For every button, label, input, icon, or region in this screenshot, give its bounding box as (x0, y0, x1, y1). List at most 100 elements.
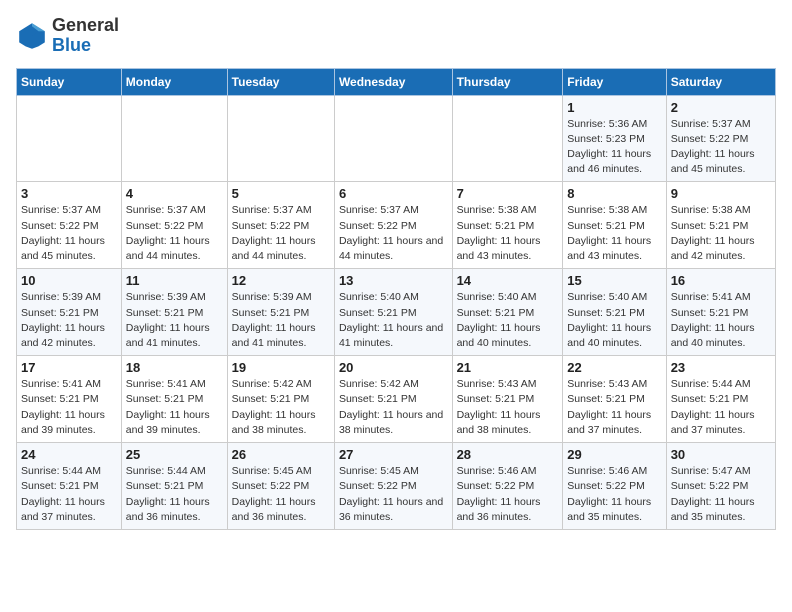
day-number: 24 (21, 447, 117, 462)
calendar-cell: 25Sunrise: 5:44 AM Sunset: 5:21 PM Dayli… (121, 443, 227, 530)
calendar-cell: 15 Sunrise: 5:40 AM Sunset: 5:21 PM Dayli… (563, 269, 666, 356)
day-number: 3 (21, 186, 117, 201)
calendar-cell: 27 Sunrise: 5:45 AM Sunset: 5:22 PM Dayli… (334, 443, 452, 530)
day-number: 16 (671, 273, 771, 288)
day-number: 10 (21, 273, 117, 288)
day-header-tuesday: Tuesday (227, 68, 334, 95)
header: General Blue (16, 16, 776, 56)
calendar-cell: 6 Sunrise: 5:37 AM Sunset: 5:22 PM Daylig… (334, 182, 452, 269)
calendar-table: SundayMondayTuesdayWednesdayThursdayFrid… (16, 68, 776, 530)
day-info: Sunrise: 5:46 AM Sunset: 5:22 PM Dayligh… (457, 464, 559, 525)
calendar-cell: 26Sunrise: 5:45 AM Sunset: 5:22 PM Dayli… (227, 443, 334, 530)
calendar-cell: 12 Sunrise: 5:39 AM Sunset: 5:21 PM Dayli… (227, 269, 334, 356)
day-number: 20 (339, 360, 448, 375)
calendar-cell (227, 95, 334, 182)
calendar-cell: 1Sunrise: 5:36 AM Sunset: 5:23 PM Daylig… (563, 95, 666, 182)
calendar-cell: 18 Sunrise: 5:41 AM Sunset: 5:21 PM Dayli… (121, 356, 227, 443)
day-info: Sunrise: 5:44 AM Sunset: 5:21 PM Dayligh… (671, 377, 771, 438)
logo-text: General Blue (52, 16, 119, 56)
calendar-cell (121, 95, 227, 182)
day-header-saturday: Saturday (666, 68, 775, 95)
day-info: Sunrise: 5:43 AM Sunset: 5:21 PM Dayligh… (567, 377, 661, 438)
day-info: Sunrise: 5:37 AM Sunset: 5:22 PM Dayligh… (232, 203, 330, 264)
day-number: 22 (567, 360, 661, 375)
calendar-cell: 23 Sunrise: 5:44 AM Sunset: 5:21 PM Dayli… (666, 356, 775, 443)
day-number: 14 (457, 273, 559, 288)
day-number: 13 (339, 273, 448, 288)
calendar-cell: 16 Sunrise: 5:41 AM Sunset: 5:21 PM Dayli… (666, 269, 775, 356)
day-number: 27 (339, 447, 448, 462)
day-info: Sunrise: 5:41 AM Sunset: 5:21 PM Dayligh… (671, 290, 771, 351)
day-info: Sunrise: 5:42 AM Sunset: 5:21 PM Dayligh… (232, 377, 330, 438)
calendar-cell: 21 Sunrise: 5:43 AM Sunset: 5:21 PM Dayli… (452, 356, 563, 443)
day-number: 2 (671, 100, 771, 115)
day-info: Sunrise: 5:37 AM Sunset: 5:22 PM Dayligh… (126, 203, 223, 264)
calendar-header-row: SundayMondayTuesdayWednesdayThursdayFrid… (17, 68, 776, 95)
day-info: Sunrise: 5:42 AM Sunset: 5:21 PM Dayligh… (339, 377, 448, 438)
calendar-week-row: 3 Sunrise: 5:37 AM Sunset: 5:22 PM Daylig… (17, 182, 776, 269)
day-info: Sunrise: 5:41 AM Sunset: 5:21 PM Dayligh… (21, 377, 117, 438)
day-info: Sunrise: 5:38 AM Sunset: 5:21 PM Dayligh… (457, 203, 559, 264)
day-number: 4 (126, 186, 223, 201)
calendar-cell (17, 95, 122, 182)
day-number: 21 (457, 360, 559, 375)
calendar-cell (452, 95, 563, 182)
day-header-wednesday: Wednesday (334, 68, 452, 95)
calendar-week-row: 17 Sunrise: 5:41 AM Sunset: 5:21 PM Dayli… (17, 356, 776, 443)
day-info: Sunrise: 5:39 AM Sunset: 5:21 PM Dayligh… (21, 290, 117, 351)
day-header-monday: Monday (121, 68, 227, 95)
day-info: Sunrise: 5:44 AM Sunset: 5:21 PM Dayligh… (21, 464, 117, 525)
calendar-cell: 7 Sunrise: 5:38 AM Sunset: 5:21 PM Daylig… (452, 182, 563, 269)
calendar-cell (334, 95, 452, 182)
calendar-cell: 20 Sunrise: 5:42 AM Sunset: 5:21 PM Dayli… (334, 356, 452, 443)
day-info: Sunrise: 5:40 AM Sunset: 5:21 PM Dayligh… (339, 290, 448, 351)
calendar-cell: 19 Sunrise: 5:42 AM Sunset: 5:21 PM Dayli… (227, 356, 334, 443)
calendar-cell: 17 Sunrise: 5:41 AM Sunset: 5:21 PM Dayli… (17, 356, 122, 443)
calendar-cell: 11Sunrise: 5:39 AM Sunset: 5:21 PM Dayli… (121, 269, 227, 356)
day-info: Sunrise: 5:43 AM Sunset: 5:21 PM Dayligh… (457, 377, 559, 438)
day-number: 5 (232, 186, 330, 201)
day-info: Sunrise: 5:38 AM Sunset: 5:21 PM Dayligh… (671, 203, 771, 264)
calendar-cell: 28Sunrise: 5:46 AM Sunset: 5:22 PM Dayli… (452, 443, 563, 530)
calendar-cell: 8 Sunrise: 5:38 AM Sunset: 5:21 PM Daylig… (563, 182, 666, 269)
day-number: 17 (21, 360, 117, 375)
day-number: 1 (567, 100, 661, 115)
calendar-cell: 30 Sunrise: 5:47 AM Sunset: 5:22 PM Dayli… (666, 443, 775, 530)
day-info: Sunrise: 5:47 AM Sunset: 5:22 PM Dayligh… (671, 464, 771, 525)
day-number: 9 (671, 186, 771, 201)
calendar-cell: 3Sunrise: 5:37 AM Sunset: 5:22 PM Daylig… (17, 182, 122, 269)
day-number: 15 (567, 273, 661, 288)
calendar-cell: 29Sunrise: 5:46 AM Sunset: 5:22 PM Dayli… (563, 443, 666, 530)
calendar-cell: 24 Sunrise: 5:44 AM Sunset: 5:21 PM Dayli… (17, 443, 122, 530)
calendar-cell: 9 Sunrise: 5:38 AM Sunset: 5:21 PM Daylig… (666, 182, 775, 269)
day-info: Sunrise: 5:45 AM Sunset: 5:22 PM Dayligh… (339, 464, 448, 525)
calendar-cell: 4 Sunrise: 5:37 AM Sunset: 5:22 PM Daylig… (121, 182, 227, 269)
day-number: 6 (339, 186, 448, 201)
calendar-cell: 2Sunrise: 5:37 AM Sunset: 5:22 PM Daylig… (666, 95, 775, 182)
day-info: Sunrise: 5:39 AM Sunset: 5:21 PM Dayligh… (232, 290, 330, 351)
day-number: 18 (126, 360, 223, 375)
calendar-cell: 10 Sunrise: 5:39 AM Sunset: 5:21 PM Dayli… (17, 269, 122, 356)
day-header-thursday: Thursday (452, 68, 563, 95)
calendar-week-row: 1Sunrise: 5:36 AM Sunset: 5:23 PM Daylig… (17, 95, 776, 182)
day-header-friday: Friday (563, 68, 666, 95)
day-number: 19 (232, 360, 330, 375)
logo: General Blue (16, 16, 119, 56)
day-number: 29 (567, 447, 661, 462)
calendar-cell: 22 Sunrise: 5:43 AM Sunset: 5:21 PM Dayli… (563, 356, 666, 443)
day-info: Sunrise: 5:38 AM Sunset: 5:21 PM Dayligh… (567, 203, 661, 264)
day-info: Sunrise: 5:41 AM Sunset: 5:21 PM Dayligh… (126, 377, 223, 438)
day-number: 23 (671, 360, 771, 375)
calendar-week-row: 24 Sunrise: 5:44 AM Sunset: 5:21 PM Dayli… (17, 443, 776, 530)
day-number: 12 (232, 273, 330, 288)
calendar-cell: 5 Sunrise: 5:37 AM Sunset: 5:22 PM Daylig… (227, 182, 334, 269)
day-info: Sunrise: 5:45 AM Sunset: 5:22 PM Dayligh… (232, 464, 330, 525)
day-info: Sunrise: 5:39 AM Sunset: 5:21 PM Dayligh… (126, 290, 223, 351)
day-number: 30 (671, 447, 771, 462)
day-number: 8 (567, 186, 661, 201)
day-info: Sunrise: 5:37 AM Sunset: 5:22 PM Dayligh… (339, 203, 448, 264)
day-number: 25 (126, 447, 223, 462)
calendar-cell: 13 Sunrise: 5:40 AM Sunset: 5:21 PM Dayli… (334, 269, 452, 356)
day-number: 7 (457, 186, 559, 201)
day-info: Sunrise: 5:40 AM Sunset: 5:21 PM Dayligh… (567, 290, 661, 351)
